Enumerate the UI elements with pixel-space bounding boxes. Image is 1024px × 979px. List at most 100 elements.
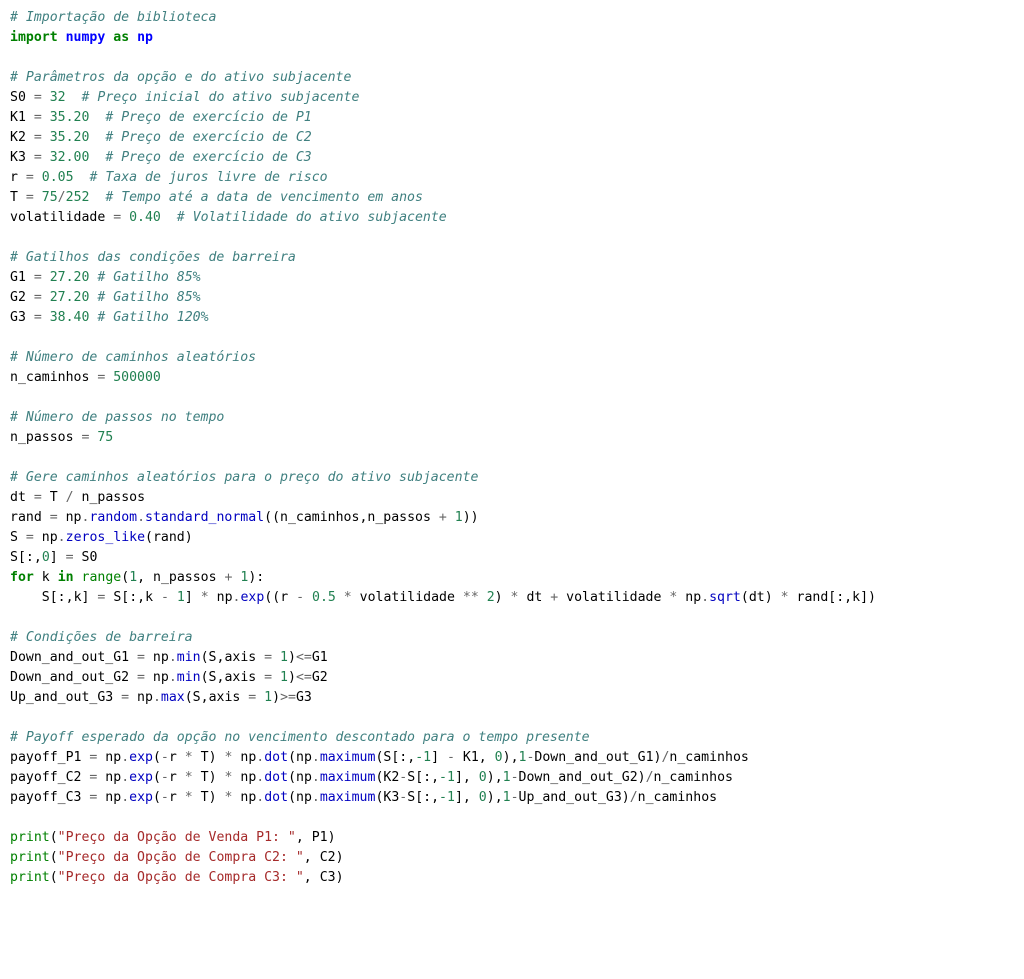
var: G2: [10, 290, 26, 305]
br: [: [415, 770, 423, 785]
comment: # Preço inicial do ativo subjacente: [82, 90, 360, 105]
op: =: [26, 90, 50, 105]
op: =: [89, 370, 113, 385]
num: 1: [280, 670, 288, 685]
comment: # Gatilho 85%: [97, 270, 200, 285]
var: T: [201, 790, 209, 805]
op: -: [153, 590, 177, 605]
comment: # Preço de exercício de C2: [105, 130, 311, 145]
var: n_caminhos: [654, 770, 733, 785]
string: "Preço da Opção de Compra C3: ": [58, 870, 304, 885]
var: r: [10, 170, 18, 185]
var: K1: [10, 110, 26, 125]
br: [: [50, 590, 58, 605]
ns: np: [105, 770, 121, 785]
var: Down_and_out_G2: [519, 770, 638, 785]
fn: min: [177, 670, 201, 685]
comment: # Número de caminhos aleatórios: [10, 350, 256, 365]
var: K2: [383, 770, 399, 785]
builtin-print: print: [10, 850, 50, 865]
op: *: [503, 590, 527, 605]
paren: (: [201, 670, 209, 685]
op: =: [26, 490, 50, 505]
num: 1: [177, 590, 185, 605]
fn: exp: [129, 750, 153, 765]
op: /: [646, 770, 654, 785]
attr: random: [89, 510, 137, 525]
op: *: [177, 790, 201, 805]
fn: dot: [264, 770, 288, 785]
ns: np: [153, 670, 169, 685]
paren: (: [153, 750, 161, 765]
comment: # Payoff esperado da opção no vencimento…: [10, 730, 590, 745]
op: =: [256, 650, 280, 665]
br: [: [18, 550, 26, 565]
comment: # Importação de biblioteca: [10, 10, 216, 25]
num: 32: [50, 90, 66, 105]
num: 2: [487, 590, 495, 605]
sp: [89, 150, 105, 165]
sp: [74, 170, 90, 185]
var: S: [407, 790, 415, 805]
comma: ,: [137, 570, 153, 585]
colon: :: [58, 590, 66, 605]
var: r: [280, 590, 288, 605]
num: 75: [97, 430, 113, 445]
comment: # Parâmetros da opção e do ativo subjace…: [10, 70, 351, 85]
comment: # Preço de exercício de P1: [105, 110, 311, 125]
var: Up_and_out_G3: [10, 690, 113, 705]
fn: dot: [264, 750, 288, 765]
paren: (: [50, 830, 58, 845]
br: ]: [185, 590, 193, 605]
sp: [66, 90, 82, 105]
keyword-import: import: [10, 30, 58, 45]
comment: # Condições de barreira: [10, 630, 193, 645]
num: 1: [129, 570, 137, 585]
ns: np: [240, 790, 256, 805]
paren: ): [209, 750, 217, 765]
code-block: # Importação de biblioteca import numpy …: [0, 0, 1024, 896]
var: K2: [10, 130, 26, 145]
op: =: [113, 690, 137, 705]
ns: np: [66, 510, 82, 525]
var: S: [10, 550, 18, 565]
comma: ,: [137, 590, 145, 605]
sp: [89, 110, 105, 125]
colon: :: [26, 550, 34, 565]
var: S: [193, 690, 201, 705]
ns: np: [685, 590, 701, 605]
op: =: [129, 650, 153, 665]
fn: exp: [129, 790, 153, 805]
comment: # Preço de exercício de C3: [105, 150, 311, 165]
dot: .: [312, 770, 320, 785]
dot: .: [121, 770, 129, 785]
kwarg: axis: [209, 690, 241, 705]
fn: maximum: [320, 770, 376, 785]
num: 0: [479, 770, 487, 785]
dot: .: [121, 750, 129, 765]
comment: # Gatilho 85%: [97, 290, 200, 305]
dot: .: [121, 790, 129, 805]
comment: # Número de passos no tempo: [10, 410, 224, 425]
ns: np: [105, 750, 121, 765]
var: S: [42, 590, 50, 605]
var: Up_and_out_G3: [519, 790, 622, 805]
var: T: [201, 770, 209, 785]
var: S: [10, 530, 18, 545]
op: =: [26, 270, 50, 285]
op: -: [511, 770, 519, 785]
paren: ): [288, 650, 296, 665]
dot: .: [312, 750, 320, 765]
paren: (: [121, 570, 129, 585]
op: =: [74, 430, 98, 445]
op: <=: [296, 650, 312, 665]
paren: ): [185, 530, 193, 545]
fn: sqrt: [709, 590, 741, 605]
comma: ,: [495, 790, 503, 805]
op: -: [161, 790, 169, 805]
builtin-print: print: [10, 830, 50, 845]
indent: [10, 590, 42, 605]
var: k: [852, 590, 860, 605]
op: -: [439, 750, 463, 765]
num: 1: [503, 770, 511, 785]
